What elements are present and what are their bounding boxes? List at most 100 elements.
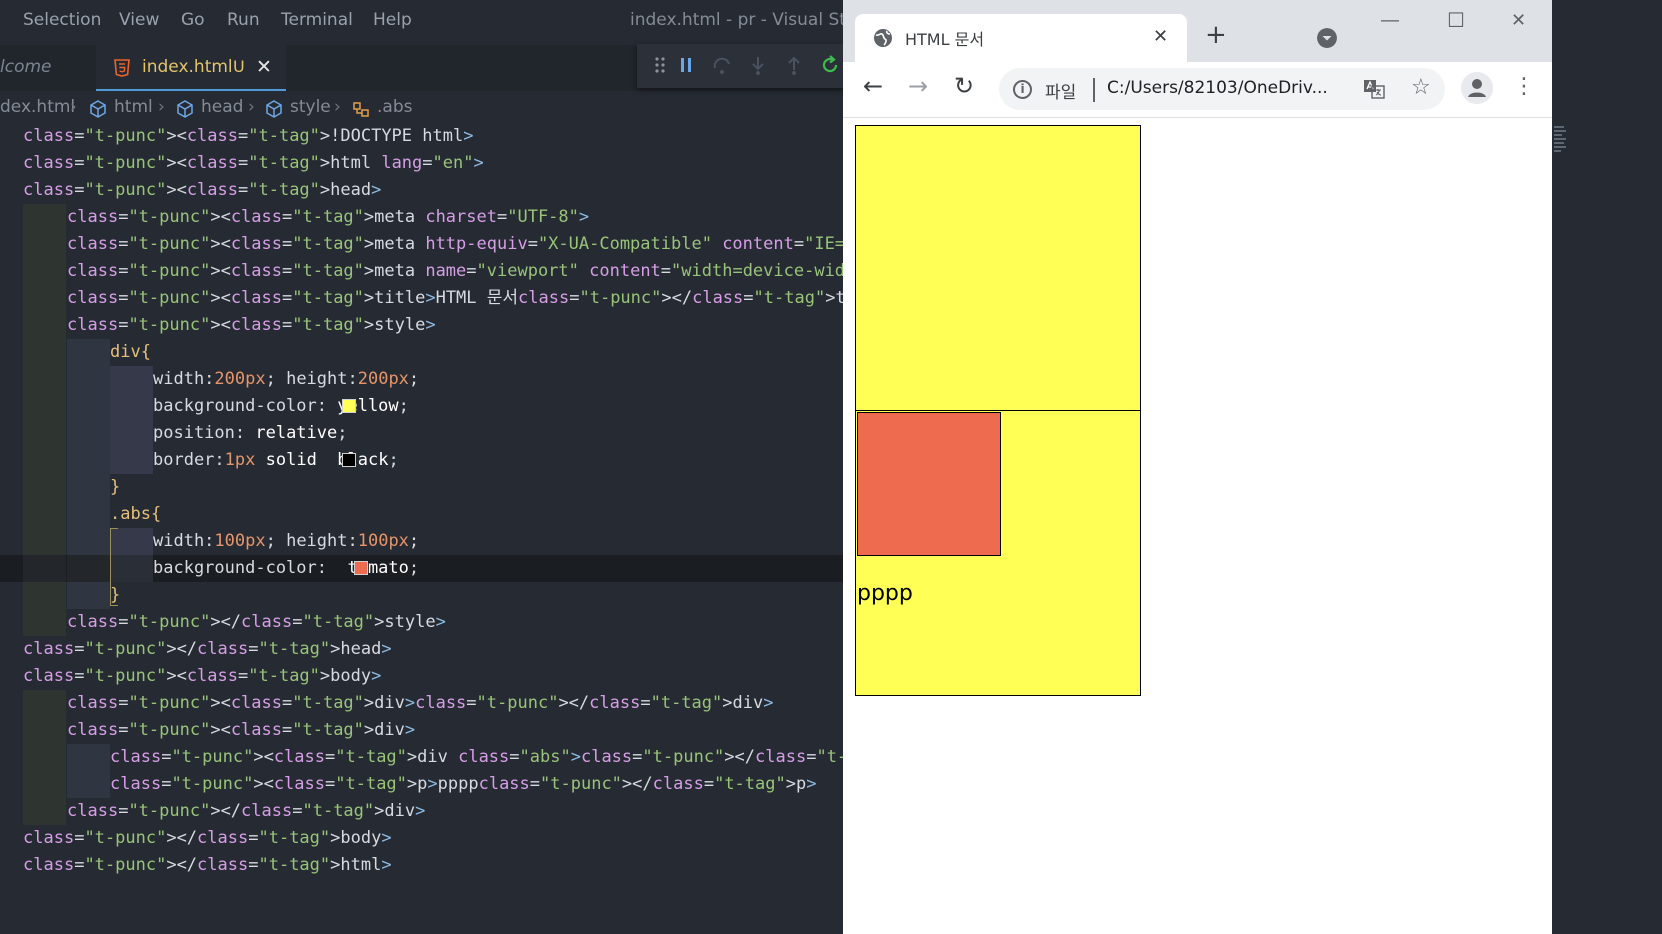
indent-guide — [23, 474, 66, 501]
pause-icon[interactable] — [675, 54, 697, 76]
close-icon[interactable]: ✕ — [1153, 26, 1168, 47]
browser-toolbar: ← → ↻ i 파일 C:/Users/82103/OneDriv... ☆ ⋮ — [843, 62, 1552, 118]
address-bar[interactable]: i 파일 C:/Users/82103/OneDriv... ☆ — [999, 68, 1445, 110]
code-text: class="t-punc"><class="t-tag">meta http-… — [67, 234, 843, 254]
code-text: class="t-punc"><class="t-tag">body> — [23, 666, 382, 686]
code-line: class="t-punc"><class="t-tag">div class=… — [0, 744, 843, 771]
code-line: class="t-punc"><class="t-tag">!DOCTYPE h… — [0, 123, 843, 150]
code-line-current: background-color: tomato; — [0, 555, 843, 582]
indent-guide — [67, 393, 110, 420]
address-url: C:/Users/82103/OneDriv... — [1107, 78, 1328, 98]
info-icon[interactable]: i — [1013, 80, 1032, 99]
browser-tab[interactable]: HTML 문서 ✕ — [855, 14, 1187, 62]
indent-guide — [110, 447, 153, 474]
indent-guide — [23, 393, 66, 420]
code-text: class="t-punc"></class="t-tag">head> — [23, 639, 392, 659]
code-line: class="t-punc"><class="t-tag">p>ppppclas… — [0, 771, 843, 798]
code-line: class="t-punc"><class="t-tag">style> — [0, 312, 843, 339]
code-line: } — [0, 474, 843, 501]
minimap[interactable] — [1554, 126, 1568, 176]
indent-guide — [23, 609, 66, 636]
indent-guide — [67, 582, 110, 609]
minimize-icon[interactable]: ― — [1381, 10, 1399, 31]
code-line: class="t-punc"><class="t-tag">div>class=… — [0, 690, 843, 717]
step-out-icon[interactable] — [783, 54, 805, 76]
menu-go[interactable]: Go — [181, 10, 205, 30]
color-swatch-yellow[interactable] — [342, 399, 356, 413]
tab-welcome[interactable]: lcome — [0, 45, 96, 91]
code-line: class="t-punc"><class="t-tag">head> — [0, 177, 843, 204]
indent-guide — [67, 474, 110, 501]
restart-icon[interactable] — [819, 54, 841, 76]
code-text: width:200px; height:200px; — [153, 369, 420, 389]
indent-guide — [23, 555, 66, 582]
indent-guide — [23, 258, 66, 285]
indent-guide — [67, 771, 110, 798]
color-swatch-black[interactable] — [342, 453, 356, 467]
tab-index-html[interactable]: index.html U ✕ — [96, 45, 286, 91]
bracket-match-guide — [110, 528, 118, 606]
code-line: class="t-punc"></class="t-tag">head> — [0, 636, 843, 663]
code-line: class="t-punc"><class="t-tag">div> — [0, 717, 843, 744]
tab-index-html-label: index.html — [142, 57, 233, 77]
menu-help[interactable]: Help — [373, 10, 412, 30]
step-into-icon[interactable] — [747, 54, 769, 76]
cube-icon — [266, 100, 282, 118]
code-line: position: relative; — [0, 420, 843, 447]
code-line: div{ — [0, 339, 843, 366]
breadcrumb-style[interactable]: style — [290, 97, 331, 117]
indent-guide — [110, 366, 153, 393]
breadcrumb-html[interactable]: html — [114, 97, 153, 117]
reload-icon[interactable]: ↻ — [954, 74, 974, 98]
code-text: class="t-punc"><class="t-tag">div class=… — [110, 747, 843, 767]
menu-selection[interactable]: Selection — [23, 10, 101, 30]
code-line: .abs{ — [0, 501, 843, 528]
step-over-icon[interactable] — [711, 54, 733, 76]
bookmark-star-icon[interactable]: ☆ — [1411, 75, 1431, 100]
breadcrumb-file[interactable]: dex.html — [0, 97, 75, 117]
color-swatch-tomato[interactable] — [354, 561, 368, 575]
menu-terminal[interactable]: Terminal — [281, 10, 353, 30]
window-title: index.html - pr - Visual Studi — [630, 10, 843, 30]
breadcrumb-head[interactable]: head — [201, 97, 243, 117]
menu-view[interactable]: View — [119, 10, 159, 30]
indent-guide — [23, 420, 66, 447]
address-scheme: 파일 — [1045, 83, 1077, 103]
code-text: class="t-punc"><class="t-tag">!DOCTYPE h… — [23, 126, 474, 146]
yellow-div-1 — [855, 125, 1141, 411]
browser-tab-title: HTML 문서 — [905, 30, 985, 49]
indent-guide — [67, 420, 110, 447]
translate-icon[interactable] — [1363, 78, 1385, 100]
indent-guide — [23, 582, 66, 609]
code-line: class="t-punc"><class="t-tag">meta http-… — [0, 231, 843, 258]
close-icon[interactable]: ✕ — [256, 56, 272, 78]
code-line: class="t-punc"><class="t-tag">html lang=… — [0, 150, 843, 177]
code-text: class="t-punc"><class="t-tag">p>ppppclas… — [110, 774, 817, 794]
profile-icon[interactable] — [1461, 72, 1493, 104]
indent-guide — [67, 555, 110, 582]
new-tab-icon[interactable]: + — [1205, 22, 1227, 48]
indent-guide — [110, 393, 153, 420]
yellow-div-2: pppp — [855, 410, 1141, 696]
close-window-icon[interactable]: ✕ — [1511, 10, 1526, 31]
code-text: class="t-punc"><class="t-tag">div> — [67, 720, 416, 740]
html5-icon — [114, 59, 130, 77]
breadcrumb-abs[interactable]: .abs — [377, 97, 412, 117]
indent-guide — [67, 366, 110, 393]
code-text: class="t-punc"><class="t-tag">html lang=… — [23, 153, 484, 173]
tomato-abs-div — [857, 412, 1001, 556]
back-icon[interactable]: ← — [863, 74, 883, 98]
more-menu-icon[interactable]: ⋮ — [1513, 74, 1535, 99]
indent-guide — [23, 690, 66, 717]
maximize-icon[interactable]: ☐ — [1447, 8, 1465, 32]
drag-handle-icon[interactable] — [649, 54, 671, 76]
code-text: class="t-punc"><class="t-tag">div>class=… — [67, 693, 774, 713]
chrome-window: HTML 문서 ✕ + ― ☐ ✕ ← → ↻ i 파일 C:/Users/82… — [843, 0, 1552, 934]
indent-guide — [23, 771, 66, 798]
menu-run[interactable]: Run — [227, 10, 260, 30]
code-text: background-color: yellow; — [153, 396, 409, 416]
forward-icon[interactable]: → — [908, 74, 928, 98]
code-text: border:1px solid black; — [153, 450, 399, 470]
code-editor[interactable]: class="t-punc"><class="t-tag">!DOCTYPE h… — [0, 123, 843, 934]
tab-search-icon[interactable] — [1317, 28, 1337, 48]
